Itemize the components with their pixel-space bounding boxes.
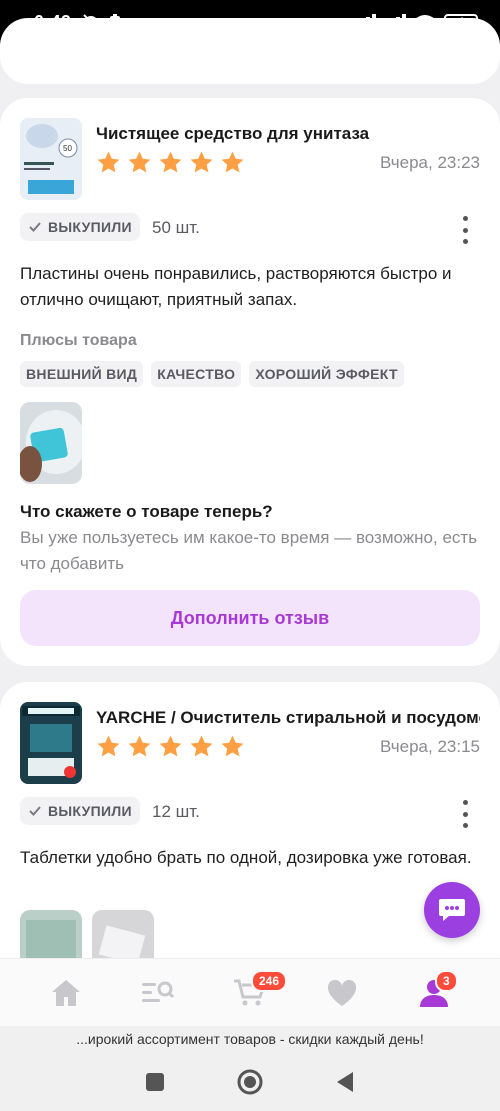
purchased-badge: ВЫКУПИЛИ xyxy=(20,797,140,825)
product-title[interactable]: YARCHE / Очиститель стиральной и посудом… xyxy=(96,708,480,728)
review-text: Таблетки удобно брать по одной, дозировк… xyxy=(20,848,472,867)
chat-icon xyxy=(439,899,465,921)
catalog-search-icon xyxy=(142,981,175,1002)
nav-home[interactable] xyxy=(41,968,91,1018)
promo-ticker: ...ирокий ассортимент товаров - скидки к… xyxy=(0,1026,500,1052)
system-nav-bar xyxy=(0,1052,500,1111)
nav-cart[interactable]: 246 xyxy=(225,968,288,1018)
star-icon xyxy=(97,735,120,757)
heart-icon xyxy=(327,979,357,1006)
purchased-label: ВЫКУПИЛИ xyxy=(48,803,132,819)
rating-stars xyxy=(96,734,245,759)
product-thumbnail[interactable]: 50 xyxy=(20,118,82,200)
review-date: Вчера, 23:23 xyxy=(380,153,480,172)
star-icon xyxy=(190,735,213,757)
home-circle-icon[interactable] xyxy=(236,1068,264,1096)
star-icon xyxy=(221,151,244,173)
pro-tag: КАЧЕСТВО xyxy=(151,361,242,387)
home-icon xyxy=(52,979,80,1006)
pro-tag: ВНЕШНИЙ ВИД xyxy=(20,361,144,387)
nav-catalog[interactable] xyxy=(133,968,183,1018)
check-icon xyxy=(29,806,41,816)
check-icon xyxy=(29,222,41,232)
nav-profile[interactable]: 3 xyxy=(409,968,459,1018)
star-icon xyxy=(159,735,182,757)
prompt-text: Вы уже пользуетесь им какое-то время — в… xyxy=(20,528,478,573)
review-text: Пластины очень понравились, растворяются… xyxy=(20,264,452,309)
add-to-review-button[interactable]: Дополнить отзыв xyxy=(20,590,480,646)
star-icon xyxy=(128,151,151,173)
more-options-button[interactable] xyxy=(460,216,470,244)
purchase-quantity: 12 шт. xyxy=(152,802,200,821)
pro-tag: ХОРОШИЙ ЭФФЕКТ xyxy=(249,361,404,387)
recents-icon[interactable] xyxy=(145,1072,165,1092)
purchased-badge: ВЫКУПИЛИ xyxy=(20,213,140,241)
star-icon xyxy=(128,735,151,757)
star-icon xyxy=(190,151,213,173)
product-title[interactable]: Чистящее средство для унитаза xyxy=(96,124,480,144)
chat-button[interactable] xyxy=(424,882,480,938)
star-icon xyxy=(97,151,120,173)
cart-badge: 246 xyxy=(251,969,288,992)
prompt-title: Что скажете о товаре теперь? xyxy=(20,502,273,521)
pros-label: Плюсы товара xyxy=(20,332,137,349)
pros-tags: ВНЕШНИЙ ВИД КАЧЕСТВО ХОРОШИЙ ЭФФЕКТ xyxy=(20,361,404,387)
star-icon xyxy=(159,151,182,173)
review-card: 50 Чистящее средство для унитаза Вчера, … xyxy=(0,98,500,666)
product-thumbnail[interactable] xyxy=(20,702,82,784)
more-options-button[interactable] xyxy=(460,800,470,828)
review-card: YARCHE / Очиститель стиральной и посудом… xyxy=(0,682,500,992)
bottom-nav: 246 3 xyxy=(0,958,500,1026)
star-icon xyxy=(221,735,244,757)
back-icon[interactable] xyxy=(335,1071,355,1093)
svg-text:50: 50 xyxy=(63,144,72,153)
review-photo[interactable] xyxy=(20,402,82,484)
purchased-label: ВЫКУПИЛИ xyxy=(48,219,132,235)
previous-review-card xyxy=(0,18,500,84)
purchase-quantity: 50 шт. xyxy=(152,218,200,237)
rating-stars xyxy=(96,150,245,175)
profile-badge: 3 xyxy=(435,969,458,992)
review-date: Вчера, 23:15 xyxy=(380,737,480,756)
nav-favorites[interactable] xyxy=(317,968,367,1018)
